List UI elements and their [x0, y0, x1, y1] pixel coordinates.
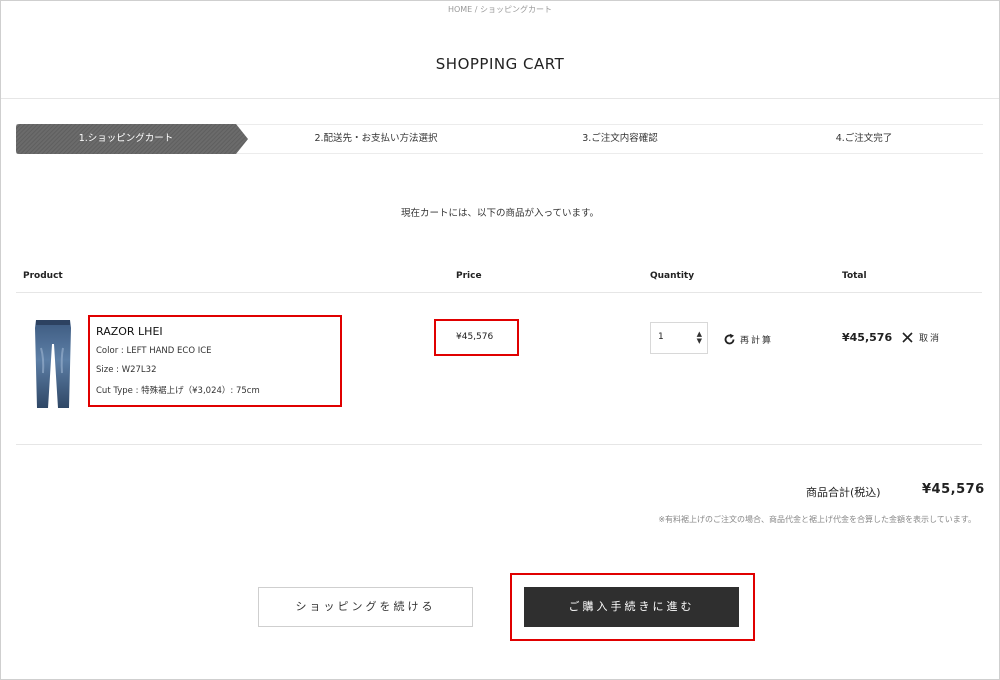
product-price: ¥45,576 [456, 332, 494, 342]
product-name[interactable]: RAZOR LHEI [96, 325, 163, 338]
quantity-select[interactable]: 1 ▲ ▼ [650, 322, 708, 354]
subtotal-value: ¥45,576 [922, 482, 985, 497]
remove-label: 取消 [919, 334, 942, 344]
step-cart-active: 1.ショッピングカート [16, 124, 248, 154]
close-icon [902, 332, 913, 343]
remove-button[interactable]: 取消 [902, 331, 941, 344]
recalc-button[interactable]: 再計算 [723, 331, 773, 347]
product-color: Color : LEFT HAND ECO ICE [96, 346, 212, 356]
product-thumbnail[interactable] [32, 318, 74, 410]
table-bottom-divider [16, 444, 982, 445]
step-label: 2.配送先・お支払い方法選択 [314, 133, 438, 144]
row-total: ¥45,576 [842, 331, 893, 344]
column-header-product: Product [23, 271, 63, 281]
breadcrumb[interactable]: HOME / ショッピングカート [0, 4, 1000, 15]
jeans-image [35, 320, 71, 408]
product-size: Size : W27L32 [96, 365, 157, 375]
step-label: 3.ご注文内容確認 [582, 133, 658, 144]
step-label: 1.ショッピングカート [78, 133, 174, 144]
select-arrows-icon: ▲ ▼ [696, 330, 702, 345]
column-header-total: Total [842, 271, 867, 281]
subtotal-label: 商品合計(税込) [806, 486, 881, 499]
product-cut-type: Cut Type : 特殊裾上げ（¥3,024）: 75cm [96, 386, 260, 396]
checkout-button[interactable]: ご購入手続きに進む [524, 587, 739, 627]
header-divider [1, 98, 999, 99]
column-header-quantity: Quantity [650, 271, 695, 281]
step-label: 4.ご注文完了 [835, 133, 893, 144]
subtotal-note: ※有料裾上げのご注文の場合、商品代金と裾上げ代金を合算した金額を表示しています。 [658, 515, 976, 524]
continue-shopping-button[interactable]: ショッピングを続ける [258, 587, 473, 627]
quantity-value: 1 [658, 332, 664, 342]
cart-intro-text: 現在カートには、以下の商品が入っています。 [400, 208, 600, 219]
refresh-icon [724, 333, 735, 344]
recalc-label: 再計算 [740, 335, 774, 346]
page-title: SHOPPING CART [435, 55, 565, 73]
table-header-divider [16, 292, 982, 293]
column-header-price: Price [456, 271, 482, 281]
